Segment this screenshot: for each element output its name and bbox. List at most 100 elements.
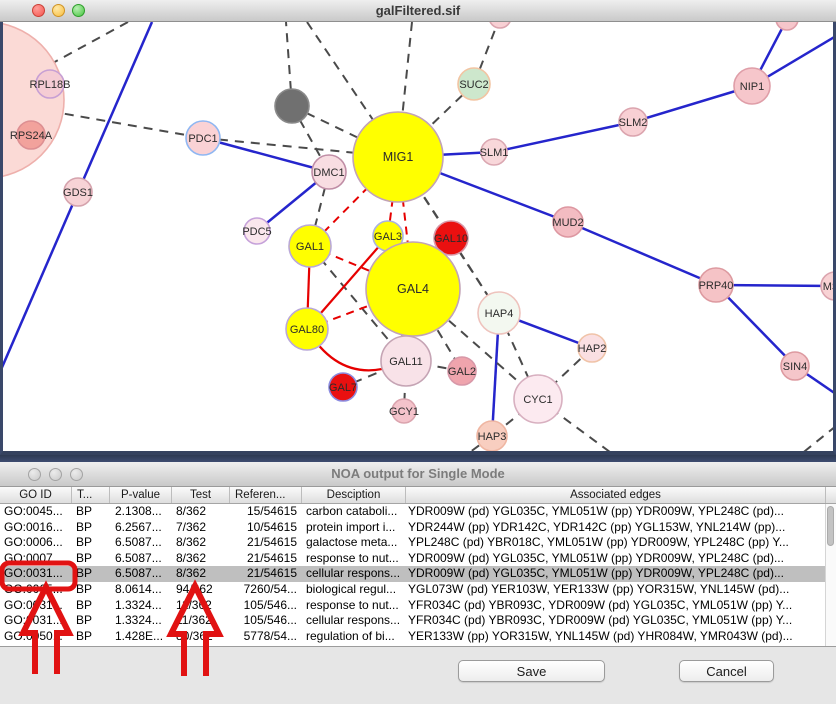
cell-ref: 15/54615 (230, 504, 302, 520)
table-row[interactable]: GO:0050...BP1.428E...80/3625778/54...reg… (0, 629, 836, 645)
cell-type: BP (72, 551, 110, 567)
cell-edges: YDR009W (pd) YGL035C, YML051W (pp) YDR00… (406, 566, 826, 582)
column-header-referen-[interactable]: Referen... (230, 487, 302, 503)
table-row[interactable]: GO:0031...BP6.5087...8/36221/54615cellul… (0, 566, 836, 582)
cell-ref: 7260/54... (230, 582, 302, 598)
node-label: DMC1 (313, 167, 344, 179)
table-row[interactable]: GO:0007...BP6.5087...8/36221/54615respon… (0, 551, 836, 567)
node-unlabeled[interactable] (3, 22, 64, 178)
column-header-test[interactable]: Test (172, 487, 230, 503)
cell-type: BP (72, 598, 110, 614)
traffic-lights (32, 4, 85, 17)
minimize-button[interactable] (52, 4, 65, 17)
network-window-title: galFiltered.sif (0, 0, 836, 21)
cell-edges: YFR034C (pd) YBR093C, YDR009W (pd) YGL03… (406, 598, 826, 614)
node-label: GAL4 (397, 282, 429, 296)
node-label: PDC5 (242, 226, 271, 238)
cell-goid: GO:0007... (0, 551, 72, 567)
cell-pval: 6.5087... (110, 566, 172, 582)
node-unlabeled[interactable] (489, 22, 511, 28)
cell-ref: 5778/54... (230, 629, 302, 645)
noa-window: NOA output for Single Mode GO IDT...P-va… (0, 462, 836, 704)
cell-test: 80/362 (172, 629, 230, 645)
column-header-associated-edges[interactable]: Associated edges (406, 487, 826, 503)
network-edge (800, 426, 833, 451)
node-label: SUC2 (459, 79, 488, 91)
cell-test: 11/362 (172, 613, 230, 629)
cell-test: 11/362 (172, 598, 230, 614)
node-label: SIN4 (783, 361, 807, 373)
zoom-button[interactable] (70, 468, 83, 481)
column-header-go-id[interactable]: GO ID (0, 487, 72, 503)
cell-ref: 105/546... (230, 613, 302, 629)
network-edge (78, 22, 152, 192)
network-graph: RPL18BRPS24AGDS1PDC1MIG1SUC2SLM1DMC1SLM2… (3, 22, 833, 451)
node-label: GAL3 (374, 231, 402, 243)
cell-desc: protein import i... (302, 520, 406, 536)
table-row[interactable]: GO:0031...BP1.3324...11/362105/546...cel… (0, 613, 836, 629)
cell-desc: response to nut... (302, 551, 406, 567)
column-header-desciption[interactable]: Desciption (302, 487, 406, 503)
table-header-row: GO IDT...P-valueTestReferen...Desciption… (0, 487, 836, 504)
column-header-t-[interactable]: T... (72, 487, 110, 503)
noa-window-titlebar[interactable]: NOA output for Single Mode (0, 462, 836, 487)
cell-test: 8/362 (172, 551, 230, 567)
cell-desc: galactose meta... (302, 535, 406, 551)
table-row[interactable]: GO:0016...BP6.2567...7/36210/54615protei… (0, 520, 836, 536)
node-unlabeled[interactable] (776, 22, 798, 30)
close-button[interactable] (28, 468, 41, 481)
dialog-footer: Save Cancel (0, 647, 836, 704)
cell-edges: YFR034C (pd) YBR093C, YDR009W (pd) YGL03… (406, 613, 826, 629)
cell-edges: YPL248C (pd) YBR018C, YML051W (pp) YDR00… (406, 535, 826, 551)
cell-goid: GO:0031... (0, 566, 72, 582)
node-label: RPS24A (10, 130, 53, 142)
table-body: GO:0045...BP2.1308...8/36215/54615carbon… (0, 504, 836, 644)
node-label: SLM2 (619, 117, 648, 129)
screen: galFiltered.sif RPL18BRPS24AGDS1PDC1MIG1… (0, 0, 836, 704)
column-header-p-value[interactable]: P-value (110, 487, 172, 503)
network-edge (3, 192, 78, 372)
cell-desc: cellular respons... (302, 566, 406, 582)
node-label: GAL11 (389, 356, 422, 368)
cell-test: 8/362 (172, 566, 230, 582)
cancel-button[interactable]: Cancel (679, 660, 774, 682)
cell-goid: GO:0031... (0, 613, 72, 629)
cell-goid: GO:0016... (0, 520, 72, 536)
network-edge (568, 222, 716, 285)
node-label: HAP2 (578, 343, 607, 355)
table-row[interactable]: GO:0006...BP6.5087...8/36221/54615galact… (0, 535, 836, 551)
cell-ref: 10/54615 (230, 520, 302, 536)
node-label: HAP4 (485, 308, 514, 320)
table-row[interactable]: GO:0031...BP1.3324...11/362105/546...res… (0, 598, 836, 614)
node-label: PRP40 (699, 280, 734, 292)
table-row[interactable]: GO:0045...BP2.1308...8/36215/54615carbon… (0, 504, 836, 520)
cell-pval: 8.0614... (110, 582, 172, 598)
cell-ref: 21/54615 (230, 535, 302, 551)
node-label: MUD2 (552, 217, 583, 229)
cell-type: BP (72, 566, 110, 582)
cell-goid: GO:0006... (0, 535, 72, 551)
cell-ref: 21/54615 (230, 551, 302, 567)
cell-desc: carbon cataboli... (302, 504, 406, 520)
zoom-button[interactable] (72, 4, 85, 17)
cell-pval: 1.3324... (110, 598, 172, 614)
save-button[interactable]: Save (458, 660, 605, 682)
table-row[interactable]: GO:0065...BP8.0614...94/3627260/54...bio… (0, 582, 836, 598)
scrollbar-thumb[interactable] (827, 506, 834, 546)
cell-pval: 6.5087... (110, 551, 172, 567)
close-button[interactable] (32, 4, 45, 17)
cell-pval: 6.5087... (110, 535, 172, 551)
network-window-titlebar[interactable]: galFiltered.sif (0, 0, 836, 22)
cell-test: 8/362 (172, 504, 230, 520)
cell-pval: 2.1308... (110, 504, 172, 520)
node-label: GDS1 (63, 187, 93, 199)
node-label: CYC1 (523, 394, 552, 406)
network-canvas[interactable]: RPL18BRPS24AGDS1PDC1MIG1SUC2SLM1DMC1SLM2… (0, 22, 836, 455)
cell-desc: biological regul... (302, 582, 406, 598)
cell-ref: 105/546... (230, 598, 302, 614)
node-unlabeled[interactable] (275, 89, 309, 123)
cell-type: BP (72, 504, 110, 520)
minimize-button[interactable] (49, 468, 62, 481)
cell-goid: GO:0050... (0, 629, 72, 645)
table-scrollbar[interactable] (825, 504, 836, 646)
